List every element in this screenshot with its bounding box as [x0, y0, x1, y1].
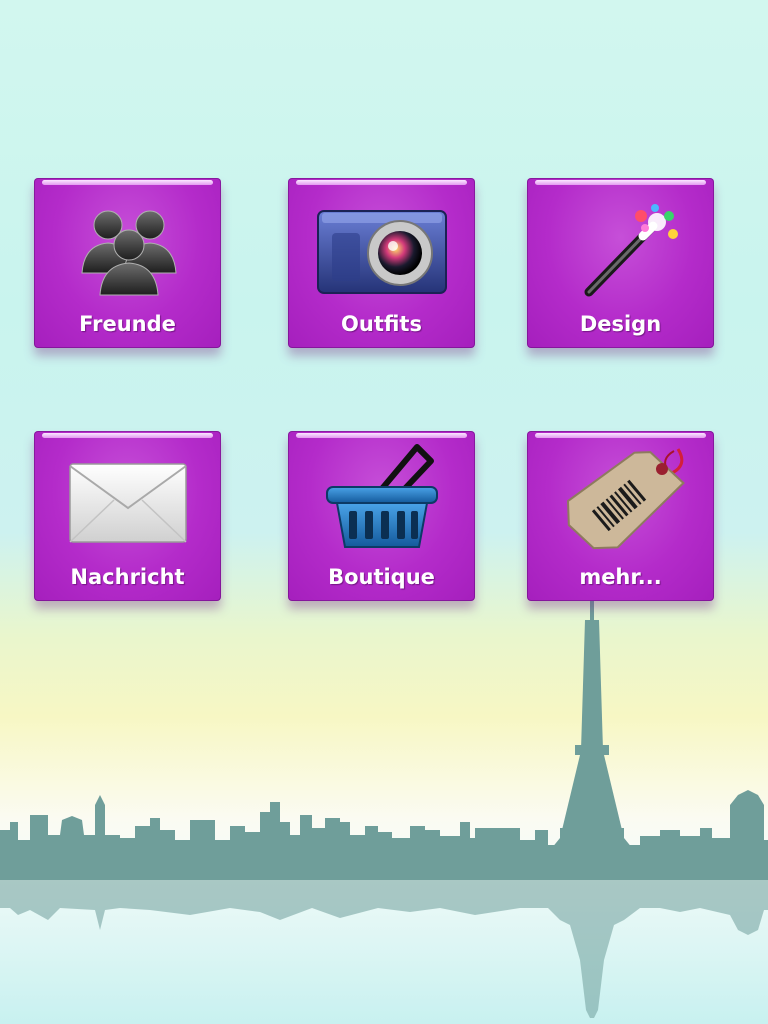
camera-icon: [288, 200, 475, 300]
menu-label-boutique: Boutique: [328, 565, 435, 589]
menu-label-design: Design: [579, 312, 662, 336]
price-tag-icon: [527, 448, 714, 553]
menu-label-outfits: Outfits: [341, 312, 422, 336]
menu-tile-design[interactable]: Design: [527, 178, 714, 348]
menu-label-mehr: mehr...: [579, 565, 662, 589]
menu-tile-boutique[interactable]: Boutique: [288, 431, 475, 601]
magic-wand-icon: [527, 200, 714, 300]
menu-tile-freunde[interactable]: Freunde: [34, 178, 221, 348]
menu-tile-outfits[interactable]: Outfits: [288, 178, 475, 348]
menu-tile-nachricht[interactable]: Nachricht: [34, 431, 221, 601]
menu-tile-mehr[interactable]: mehr...: [527, 431, 714, 601]
paris-skyline-background: [0, 590, 768, 1018]
menu-label-nachricht: Nachricht: [70, 565, 185, 589]
friends-icon: [34, 200, 221, 300]
menu-label-freunde: Freunde: [79, 312, 176, 336]
shopping-basket-icon: [288, 443, 475, 553]
envelope-icon: [34, 453, 221, 553]
eiffel-tower: [534, 590, 650, 870]
